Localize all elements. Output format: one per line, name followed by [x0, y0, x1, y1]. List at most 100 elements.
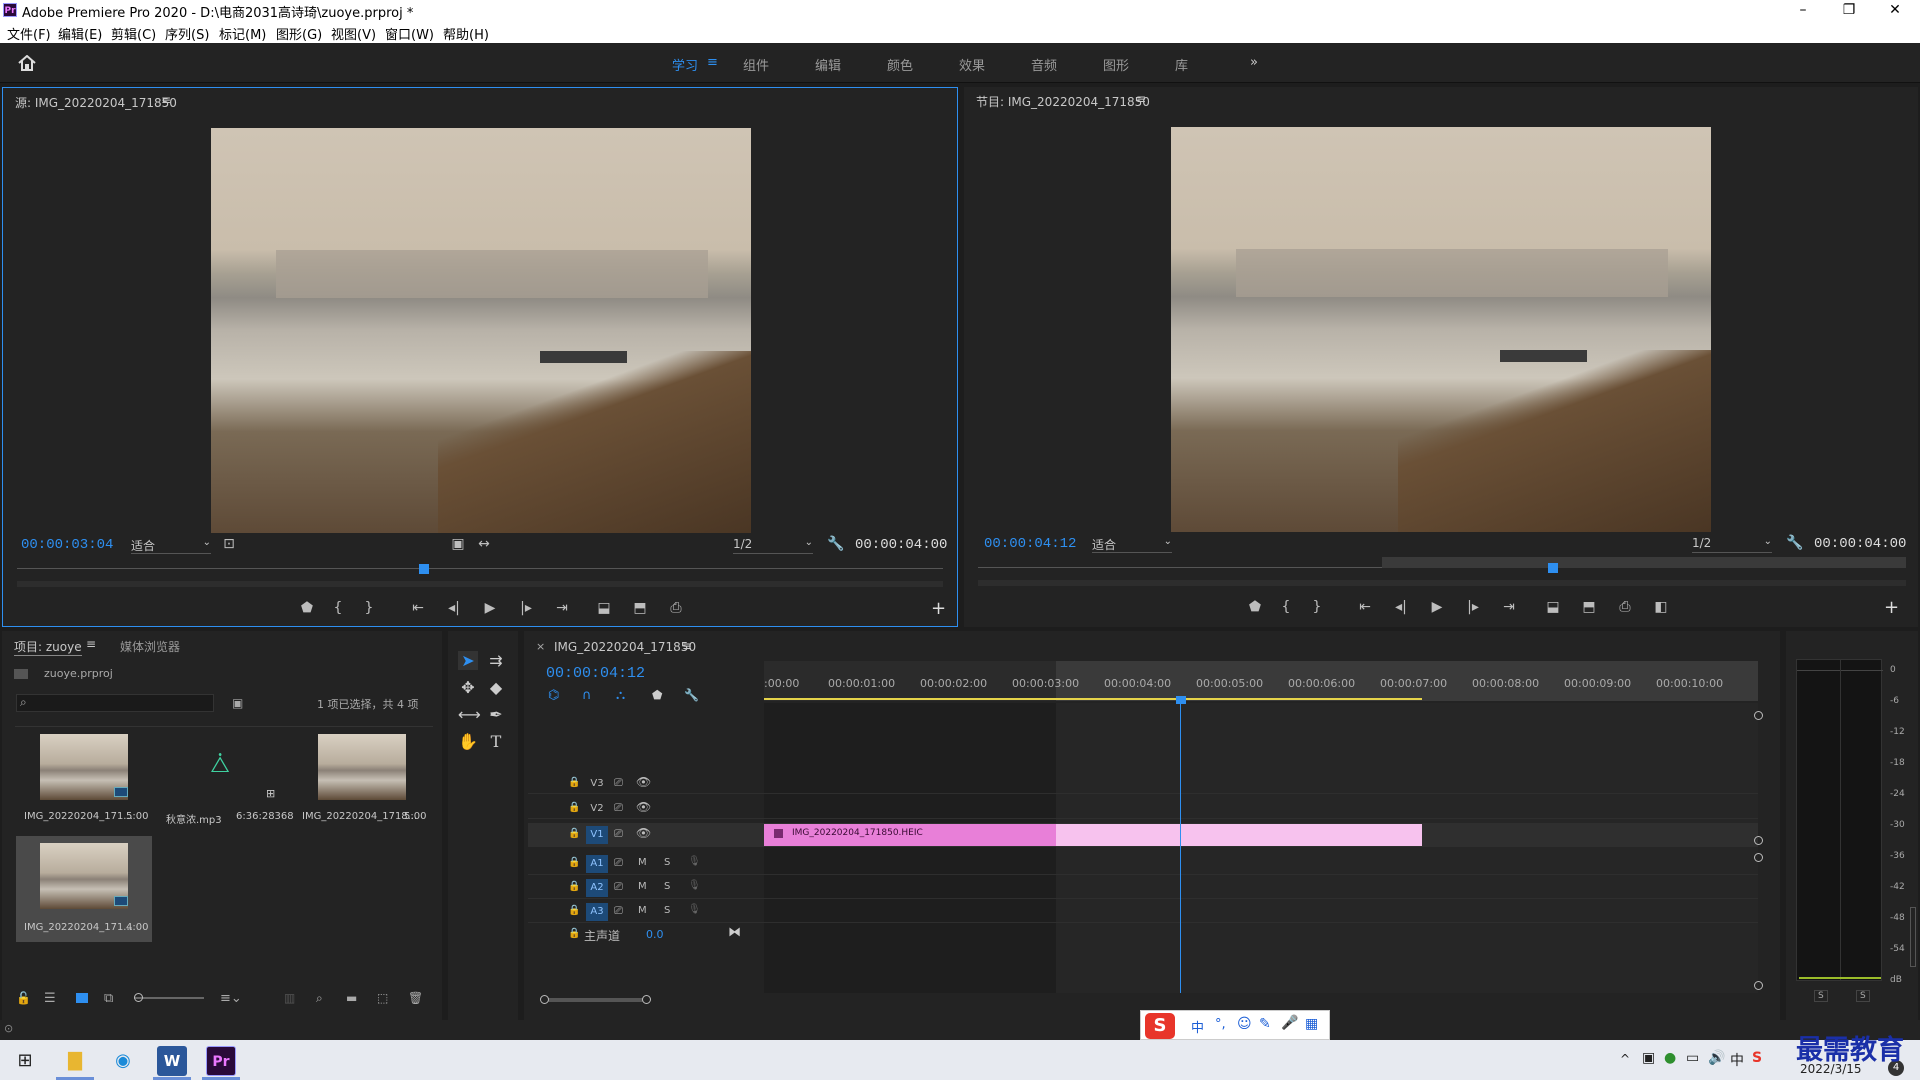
meter-scroll[interactable]: [1910, 907, 1916, 967]
workspace-assembly[interactable]: 组件: [743, 55, 769, 74]
tray-chevron-icon[interactable]: ^: [1620, 1052, 1630, 1066]
menu-window[interactable]: 窗口(W): [385, 24, 434, 43]
mark-in-icon[interactable]: {: [327, 600, 349, 616]
menu-view[interactable]: 视图(V): [331, 24, 376, 43]
tab-project[interactable]: 项目: zuoye: [14, 638, 82, 656]
type-tool-icon[interactable]: T: [486, 732, 506, 751]
lock-icon[interactable]: 🔒: [568, 777, 580, 788]
go-to-in-icon[interactable]: ⇤: [1354, 599, 1376, 615]
track-label-a2[interactable]: A2: [586, 879, 608, 897]
automate-icon[interactable]: ▥: [284, 991, 295, 1005]
solo-button[interactable]: S: [664, 905, 670, 916]
snap-icon[interactable]: ∩: [582, 688, 592, 703]
sync-lock-icon[interactable]: ⎚: [614, 827, 623, 841]
mark-out-icon[interactable]: }: [1306, 599, 1328, 615]
lock-icon[interactable]: 🔒: [568, 905, 580, 916]
file-explorer-icon[interactable]: ▇: [60, 1046, 90, 1076]
lock-icon[interactable]: 🔒: [568, 857, 580, 868]
lock-icon[interactable]: 🔒: [568, 928, 580, 939]
source-zoom-scrollbar[interactable]: [17, 581, 943, 587]
go-to-edit-icon[interactable]: ⧓: [728, 925, 741, 940]
comparison-view-icon[interactable]: ◧: [1650, 599, 1672, 615]
workspace-menu-icon[interactable]: ≡: [707, 55, 718, 70]
vertical-zoom-handle[interactable]: [1754, 853, 1763, 862]
sort-icon[interactable]: ≡⌄: [220, 991, 242, 1006]
menu-help[interactable]: 帮助(H): [443, 24, 489, 43]
razor-tool-icon[interactable]: ◆: [486, 678, 506, 697]
close-icon[interactable]: ×: [536, 640, 545, 653]
timeline-playhead-handle[interactable]: [1176, 696, 1186, 704]
linked-selection-icon[interactable]: ⛬: [616, 688, 625, 703]
extract-icon[interactable]: ⬒: [1578, 599, 1600, 615]
lock-icon[interactable]: 🔒: [568, 828, 580, 839]
sync-lock-icon[interactable]: ⎚: [614, 856, 623, 870]
ime-punctuation[interactable]: °,: [1215, 1017, 1226, 1032]
new-bin-icon[interactable]: ▬: [346, 991, 357, 1005]
wrench-icon[interactable]: 🔧: [825, 536, 847, 552]
track-select-tool-icon[interactable]: ⇉: [486, 651, 506, 670]
new-item-icon[interactable]: ⬚: [377, 991, 388, 1005]
workspace-learn[interactable]: 学习: [672, 55, 698, 74]
track-label-v3[interactable]: V3: [586, 775, 608, 793]
microphone-icon[interactable]: 🎙: [688, 904, 701, 915]
sync-lock-icon[interactable]: ⎚: [614, 904, 623, 918]
track-label-a3[interactable]: A3: [586, 903, 608, 921]
wrench-icon[interactable]: 🔧: [1784, 535, 1806, 551]
vertical-zoom-handle[interactable]: [1754, 836, 1763, 845]
panel-menu-icon[interactable]: ≡: [161, 93, 171, 119]
play-icon[interactable]: ▶: [1426, 599, 1448, 615]
vertical-zoom-handle[interactable]: [1754, 711, 1763, 720]
program-timecode[interactable]: 00:00:04:12: [984, 536, 1076, 552]
horizontal-scrollbar[interactable]: [542, 998, 646, 1002]
menu-marker[interactable]: 标记(M): [219, 24, 266, 43]
workspace-audio[interactable]: 音频: [1031, 55, 1057, 74]
ime-toolbox[interactable]: ▦: [1305, 1016, 1318, 1032]
add-marker-icon[interactable]: ⬟: [652, 688, 662, 702]
zoom-slider[interactable]: [134, 997, 204, 999]
add-button[interactable]: +: [1884, 597, 1899, 618]
edge-browser-icon[interactable]: ◉: [108, 1046, 138, 1076]
workspace-more-button[interactable]: »: [1250, 55, 1258, 70]
speaker-icon[interactable]: 🔊: [1708, 1050, 1725, 1066]
vertical-zoom-handle[interactable]: [1754, 981, 1763, 990]
ripple-edit-tool-icon[interactable]: ✥: [458, 678, 478, 697]
add-marker-icon[interactable]: ⬟: [1244, 599, 1266, 615]
source-playhead[interactable]: [419, 564, 430, 574]
source-monitor-title[interactable]: 源: IMG_20220204_171850: [15, 94, 177, 120]
tab-media-browser[interactable]: 媒体浏览器: [120, 638, 180, 664]
search-input[interactable]: ⌕: [16, 694, 214, 712]
mark-in-icon[interactable]: {: [1275, 599, 1297, 615]
camera-icon[interactable]: ⎙: [665, 600, 687, 616]
sogou-logo-icon[interactable]: S: [1145, 1013, 1175, 1039]
step-back-icon[interactable]: ◂|: [1390, 599, 1412, 615]
selection-tool-icon[interactable]: ➤: [458, 651, 478, 670]
source-time-ruler[interactable]: [17, 557, 943, 569]
trash-icon[interactable]: 🗑: [408, 991, 423, 1005]
add-button[interactable]: +: [931, 598, 946, 619]
sogou-tray-icon[interactable]: S: [1752, 1050, 1762, 1066]
workspace-color[interactable]: 颜色: [887, 55, 913, 74]
menu-clip[interactable]: 剪辑(C): [111, 24, 156, 43]
workspace-graphics[interactable]: 图形: [1103, 55, 1129, 74]
sync-lock-icon[interactable]: ⎚: [614, 776, 623, 790]
menu-graphics[interactable]: 图形(G): [276, 24, 322, 43]
ime-language-icon[interactable]: 中: [1730, 1050, 1744, 1070]
source-resolution-dropdown[interactable]: 1/2 ⌄: [733, 537, 813, 554]
mute-button[interactable]: M: [638, 905, 647, 916]
safe-margins-icon[interactable]: ⊡: [218, 536, 240, 552]
camera-icon[interactable]: ⎙: [1614, 599, 1636, 615]
zoom-slider-handle[interactable]: [134, 993, 143, 1002]
list-view-icon[interactable]: ☰: [44, 991, 56, 1006]
go-to-in-icon[interactable]: ⇤: [407, 600, 429, 616]
track-area[interactable]: [764, 703, 1758, 993]
timeline-clip[interactable]: IMG_20220204_171850.HEIC: [764, 824, 1056, 846]
drag-video-icon[interactable]: ▣: [447, 536, 469, 552]
program-zoom-scrollbar[interactable]: [978, 580, 1906, 586]
menu-file[interactable]: 文件(F): [7, 24, 51, 43]
pen-tool-icon[interactable]: ✒: [486, 705, 506, 724]
eye-icon[interactable]: 👁: [636, 800, 651, 814]
slip-tool-icon[interactable]: ⟷: [458, 705, 481, 724]
workspace-editing[interactable]: 编辑: [815, 55, 841, 74]
program-work-area[interactable]: [1382, 557, 1906, 568]
panel-menu-icon[interactable]: ≡: [1136, 92, 1146, 118]
